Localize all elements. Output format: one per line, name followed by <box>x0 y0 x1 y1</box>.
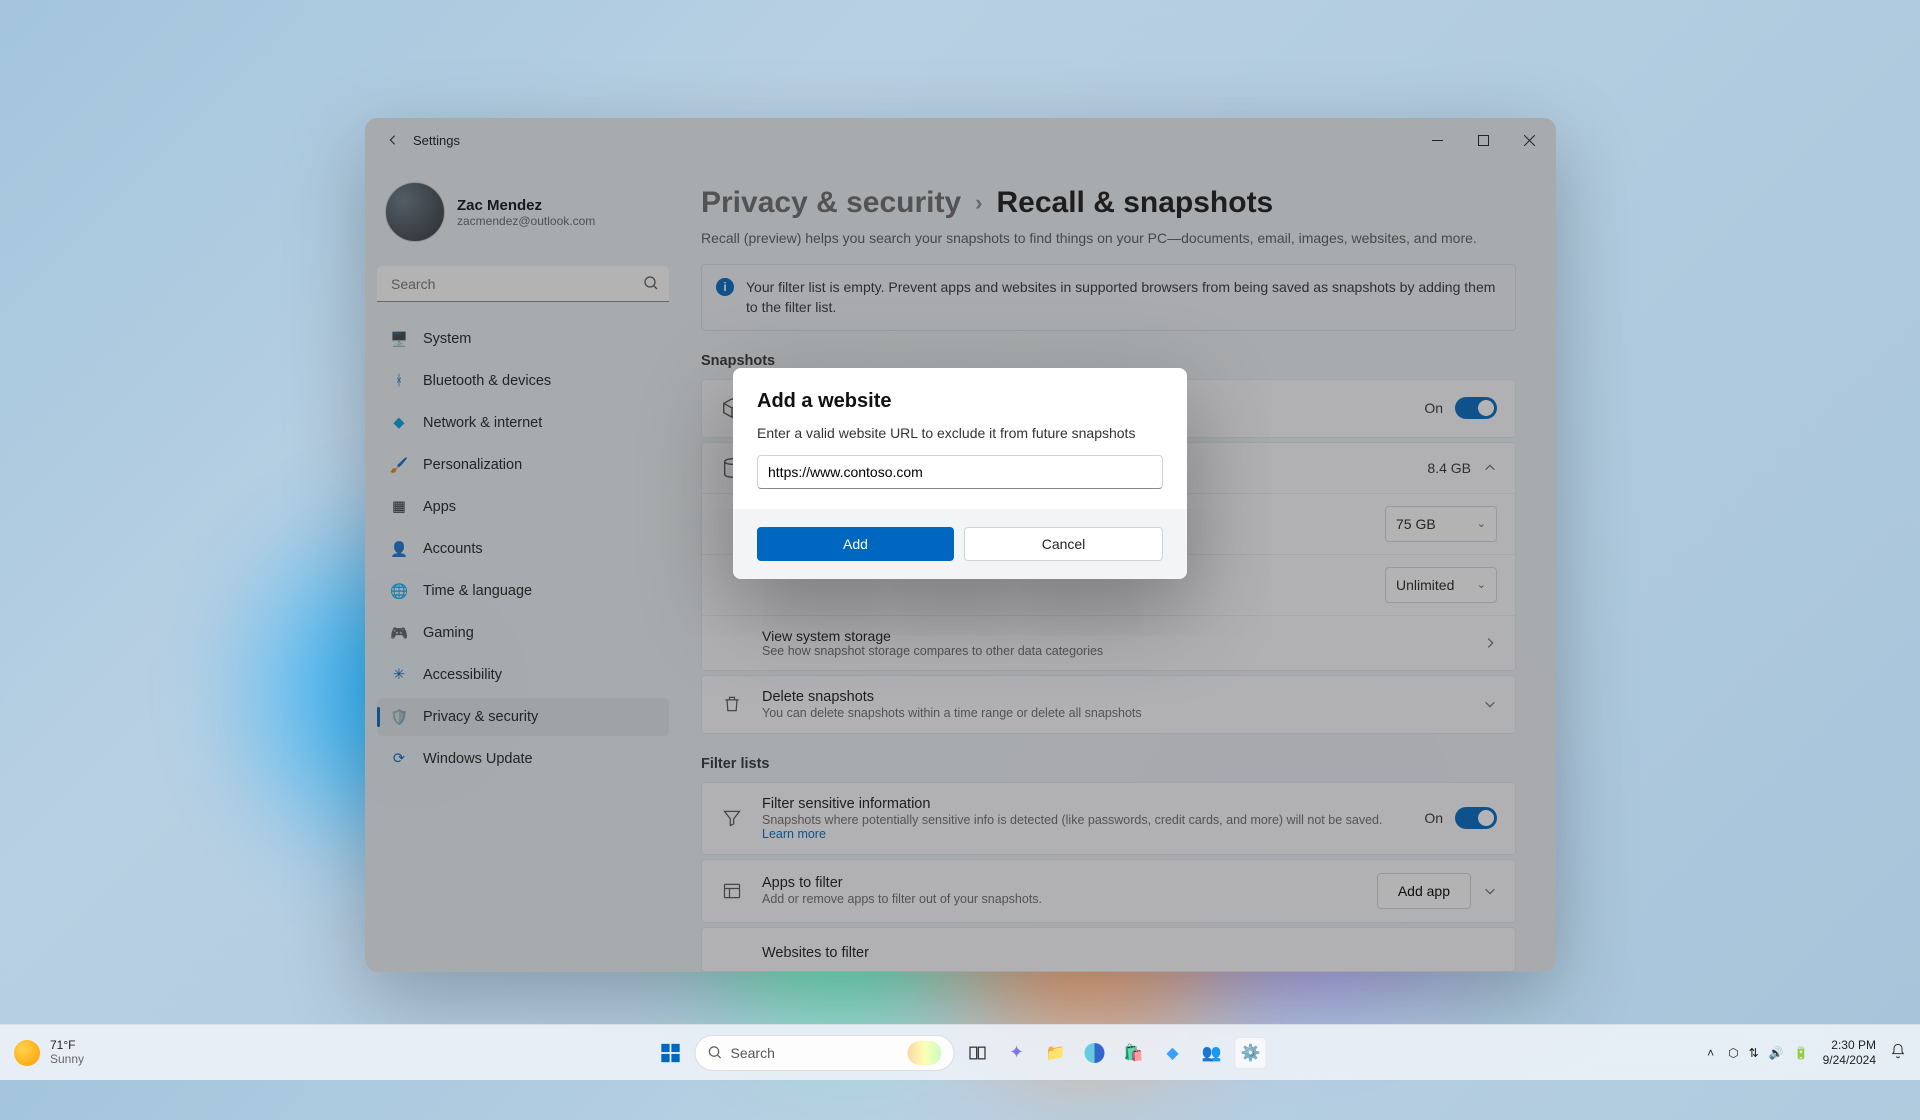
search-accent-icon <box>908 1041 942 1065</box>
taskbar: 71°F Sunny Search ✦ 📁 🛍️ ◆ 👥 ⚙️ ˄ ⬡ ⇅ 🔊 … <box>0 1024 1920 1080</box>
clock-time: 2:30 PM <box>1823 1038 1876 1052</box>
battery-icon: 🔋 <box>1794 1046 1809 1060</box>
gear-icon: ⚙️ <box>1241 1043 1261 1063</box>
edge-icon <box>1085 1043 1105 1063</box>
store-button[interactable]: 🛍️ <box>1118 1037 1150 1069</box>
settings-taskbar-button[interactable]: ⚙️ <box>1235 1037 1267 1069</box>
teams-button[interactable]: 👥 <box>1196 1037 1228 1069</box>
weather-temp: 71°F <box>50 1039 84 1053</box>
taskbar-search[interactable]: Search <box>695 1035 955 1071</box>
notifications-button[interactable] <box>1890 1043 1906 1062</box>
start-button[interactable] <box>654 1036 688 1070</box>
system-tray[interactable]: ⬡ ⇅ 🔊 🔋 <box>1728 1046 1808 1060</box>
dialog-prompt: Enter a valid website URL to exclude it … <box>757 425 1163 441</box>
clock-date: 9/24/2024 <box>1823 1053 1876 1067</box>
explorer-button[interactable]: 📁 <box>1040 1037 1072 1069</box>
task-view-button[interactable] <box>962 1037 994 1069</box>
copilot-icon: ✦ <box>1009 1042 1024 1063</box>
tray-overflow-button[interactable]: ˄ <box>1707 1046 1714 1060</box>
cancel-button[interactable]: Cancel <box>964 527 1163 561</box>
copilot-button[interactable]: ✦ <box>1001 1037 1033 1069</box>
edge-button[interactable] <box>1079 1037 1111 1069</box>
website-url-input[interactable] <box>757 455 1163 489</box>
clock[interactable]: 2:30 PM 9/24/2024 <box>1823 1038 1876 1067</box>
windows-icon <box>660 1042 682 1064</box>
taskbar-center: Search ✦ 📁 🛍️ ◆ 👥 ⚙️ <box>654 1035 1267 1071</box>
wifi-icon: ⇅ <box>1749 1046 1759 1060</box>
add-website-dialog: Add a website Enter a valid website URL … <box>733 368 1187 579</box>
folder-icon: 📁 <box>1046 1043 1066 1063</box>
weather-cond: Sunny <box>50 1053 84 1067</box>
add-button[interactable]: Add <box>757 527 954 561</box>
app-button[interactable]: ◆ <box>1157 1037 1189 1069</box>
sun-icon <box>14 1040 40 1066</box>
teams-icon: 👥 <box>1202 1043 1222 1063</box>
volume-icon: 🔊 <box>1769 1046 1784 1060</box>
diamond-icon: ◆ <box>1166 1043 1178 1063</box>
taskbar-search-label: Search <box>731 1045 900 1061</box>
search-icon <box>708 1045 723 1060</box>
weather-widget[interactable]: 71°F Sunny <box>0 1039 84 1067</box>
cloud-icon: ⬡ <box>1728 1046 1738 1060</box>
dialog-title: Add a website <box>757 390 1163 413</box>
store-icon: 🛍️ <box>1124 1043 1144 1063</box>
